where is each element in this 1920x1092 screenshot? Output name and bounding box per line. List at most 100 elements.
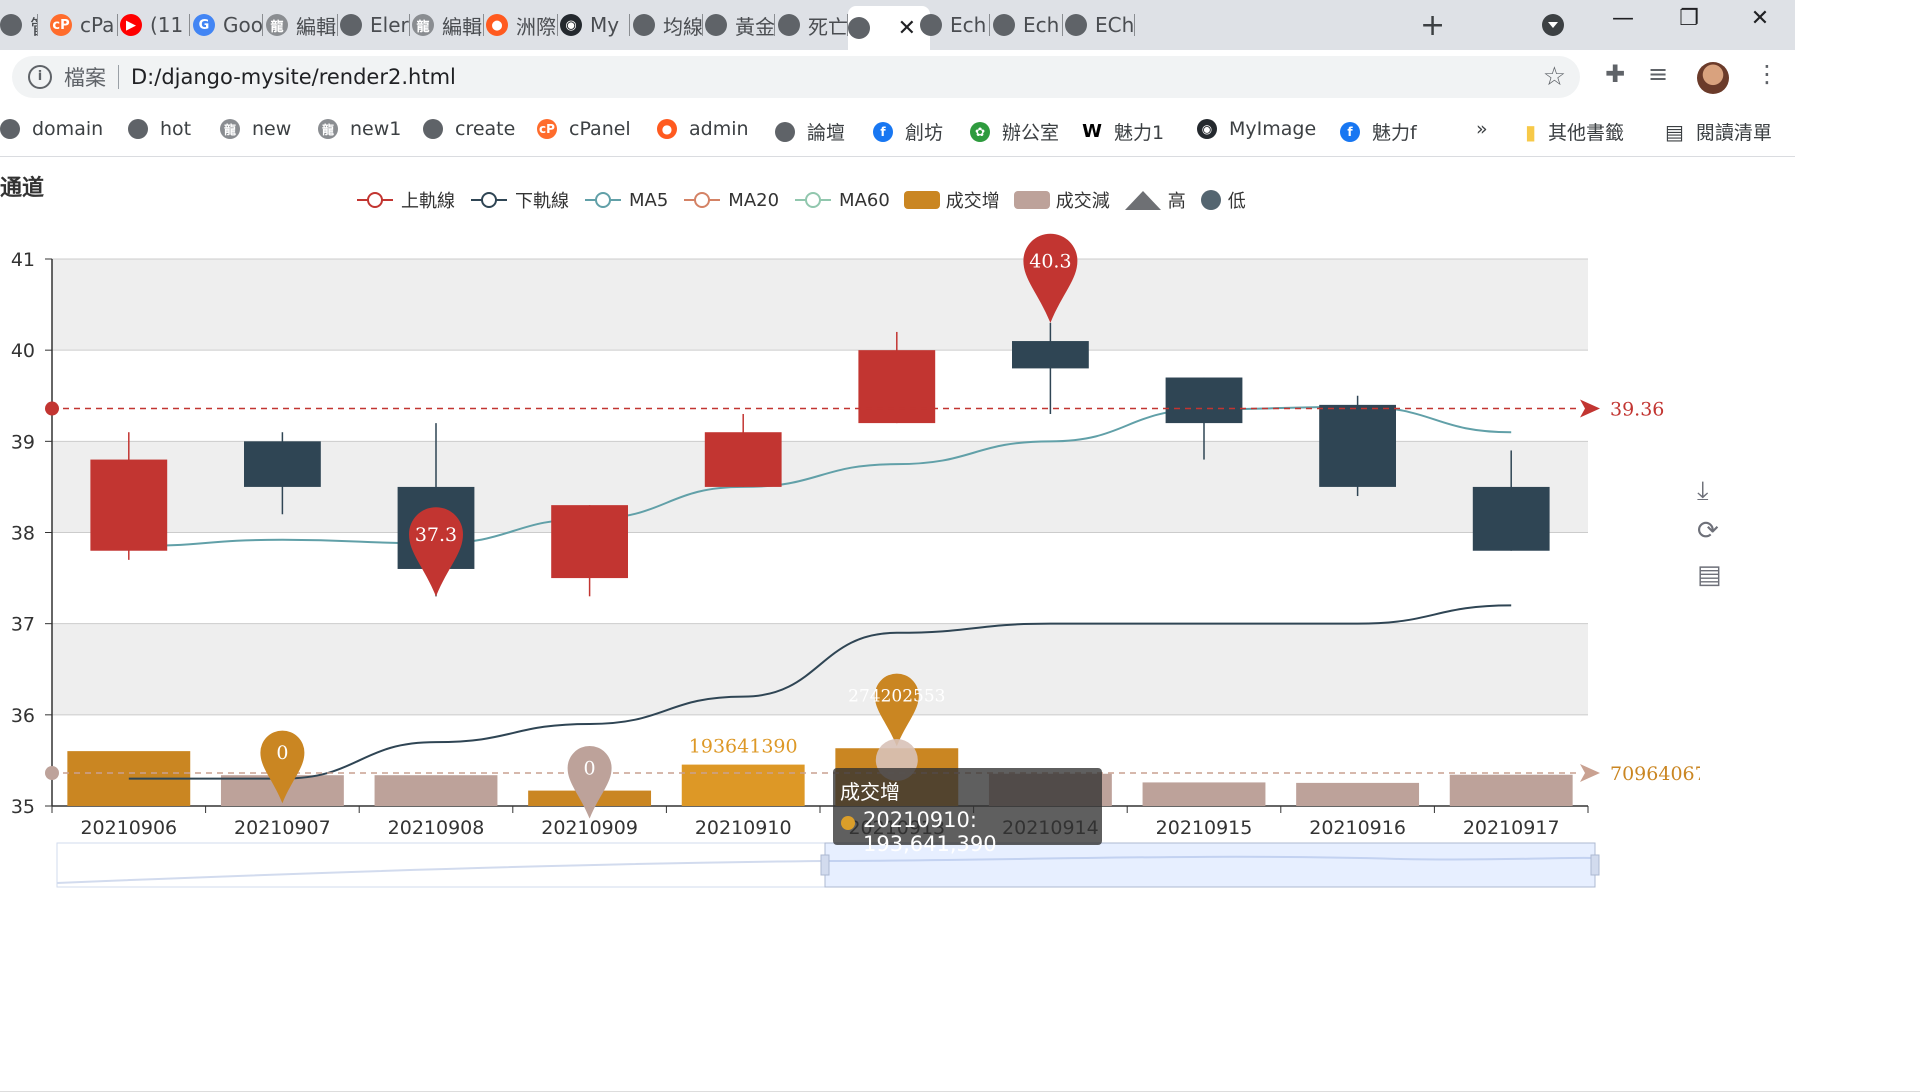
- globe-icon: [128, 119, 148, 139]
- tab-separator: [117, 14, 118, 36]
- tab-separator: [37, 14, 38, 36]
- tab[interactable]: ◉ My: [560, 6, 630, 44]
- bookmark-item[interactable]: W 魅力1: [1082, 118, 1164, 145]
- dragon-icon: 龍: [266, 14, 288, 36]
- candle-body: [858, 350, 936, 424]
- address-divider: [118, 65, 119, 89]
- volume-mark-line-label: 70964067.9: [1610, 763, 1700, 785]
- github-icon: ◉: [560, 14, 582, 36]
- grid-band: [52, 532, 1588, 624]
- tab[interactable]: G Goo: [193, 6, 263, 44]
- volume-markpoint-pin-label: 274202553: [848, 687, 945, 707]
- reading-list-icon: ▤: [1665, 119, 1684, 144]
- x-tick-label: 20210907: [234, 817, 331, 839]
- tab-separator: [262, 14, 263, 36]
- datazoom-left-handle-icon[interactable]: [820, 854, 830, 876]
- x-tick-label: 20210910: [695, 817, 792, 839]
- tab-search-icon[interactable]: [1542, 14, 1564, 36]
- bookmark-item[interactable]: ✿ 辦公室: [970, 118, 1059, 145]
- tab-label: 死亡: [808, 14, 848, 39]
- volume-bar: [681, 764, 805, 806]
- tab-label: 洲際: [516, 14, 556, 39]
- tab-separator: [557, 14, 558, 36]
- bookmark-item[interactable]: f 創坊: [873, 118, 943, 145]
- tab-active[interactable]: ✕: [848, 6, 930, 50]
- y-tick-label: 37: [11, 614, 35, 636]
- bookmarks-more-label: »: [1476, 118, 1488, 140]
- globe-icon: [423, 119, 443, 139]
- bookmark-item[interactable]: domain: [0, 118, 103, 140]
- bookmark-item[interactable]: f 魅力f: [1340, 118, 1417, 145]
- camera-icon: ●: [657, 119, 677, 139]
- camera-icon: ●: [486, 14, 508, 36]
- info-icon[interactable]: i: [28, 65, 52, 89]
- restore-icon[interactable]: ❐: [1669, 6, 1709, 31]
- candle-body: [551, 505, 628, 579]
- address-url[interactable]: D:/django-mysite/render2.html: [131, 65, 456, 89]
- x-tick-label: 20210906: [80, 817, 177, 839]
- tab-separator: [483, 14, 484, 36]
- bookmark-label: new1: [350, 118, 402, 140]
- x-tick-label: 20210908: [388, 817, 485, 839]
- tooltip-value: 20210910: 193,641,390: [863, 808, 997, 856]
- data-view-icon[interactable]: ▤: [1697, 560, 1722, 590]
- tab[interactable]: Ech: [993, 6, 1063, 44]
- datazoom-right-handle-icon[interactable]: [1590, 854, 1600, 876]
- tab-label: 均線: [663, 14, 703, 39]
- tab[interactable]: Eler: [340, 6, 410, 44]
- bookmarks-more[interactable]: »: [1476, 118, 1488, 140]
- refresh-icon[interactable]: ⟳: [1697, 516, 1719, 546]
- window-close-icon[interactable]: ✕: [1740, 6, 1780, 31]
- globe-icon: [0, 14, 22, 36]
- grid-band-shaded: [52, 623, 1588, 715]
- minimize-icon[interactable]: —: [1603, 6, 1643, 31]
- extensions-icon[interactable]: ✚: [1605, 60, 1625, 88]
- bookmark-item[interactable]: 龍 new: [220, 118, 291, 140]
- y-tick-label: 39: [11, 431, 35, 453]
- other-bookmarks[interactable]: ▮ 其他書籤: [1525, 118, 1624, 145]
- tab[interactable]: 管理: [0, 6, 38, 44]
- bookmark-item[interactable]: ◉ MyImage: [1197, 118, 1316, 140]
- tab-label: My: [590, 13, 620, 37]
- chart-tooltip: 成交增 20210910: 193,641,390: [833, 768, 1102, 856]
- globe-icon: [633, 14, 655, 36]
- menu-icon[interactable]: ⋮: [1755, 60, 1779, 88]
- tab-strip: 管理cPcPa▶(11GGoo龍編輯Eler龍編輯●洲際◉My均線黃金死亡✕Ec…: [0, 0, 1795, 50]
- tab[interactable]: 黃金: [705, 6, 775, 44]
- tab[interactable]: cP cPa: [50, 6, 118, 44]
- tab[interactable]: 均線: [633, 6, 703, 44]
- tab[interactable]: ● 洲際: [486, 6, 558, 44]
- reading-list[interactable]: ▤ 閱讀清單: [1665, 118, 1772, 145]
- tab[interactable]: ▶ (11: [120, 6, 190, 44]
- tooltip-title: 成交增: [840, 780, 900, 804]
- tab-separator: [409, 14, 410, 36]
- bookmark-item[interactable]: 論壇: [775, 118, 845, 145]
- y-tick-label: 36: [11, 705, 35, 727]
- tab-separator: [1062, 14, 1063, 36]
- address-bar[interactable]: i 檔案 D:/django-mysite/render2.html ☆: [12, 56, 1580, 98]
- bookmark-star-icon[interactable]: ☆: [1543, 62, 1566, 92]
- volume-data-label: 193641390: [689, 736, 798, 758]
- download-icon[interactable]: ⤓: [1697, 476, 1709, 507]
- tab[interactable]: Ech: [920, 6, 990, 44]
- close-tab-icon[interactable]: ✕: [898, 16, 916, 41]
- profile-avatar[interactable]: [1697, 62, 1729, 94]
- tab-label: Ech: [1023, 13, 1060, 37]
- bookmark-item[interactable]: cP cPanel: [537, 118, 631, 140]
- tab[interactable]: 龍編輯: [266, 6, 338, 44]
- tab[interactable]: ECh: [1065, 6, 1135, 44]
- tab[interactable]: 死亡: [778, 6, 848, 44]
- tab[interactable]: 龍編輯: [412, 6, 484, 44]
- bookmark-item[interactable]: hot: [128, 118, 191, 140]
- bookmark-item[interactable]: ● admin: [657, 118, 749, 140]
- tab-label: 黃金: [735, 14, 775, 39]
- new-tab-button[interactable]: +: [1420, 8, 1445, 43]
- tab-separator: [189, 14, 190, 36]
- bookmark-item[interactable]: 龍 new1: [318, 118, 401, 140]
- tab-separator: [629, 14, 630, 36]
- bookmark-item[interactable]: create: [423, 118, 515, 140]
- bookmark-label: admin: [689, 118, 749, 140]
- media-control-icon[interactable]: ≡: [1648, 60, 1668, 88]
- tooltip-marker: [841, 816, 855, 830]
- x-tick-label: 20210915: [1156, 817, 1253, 839]
